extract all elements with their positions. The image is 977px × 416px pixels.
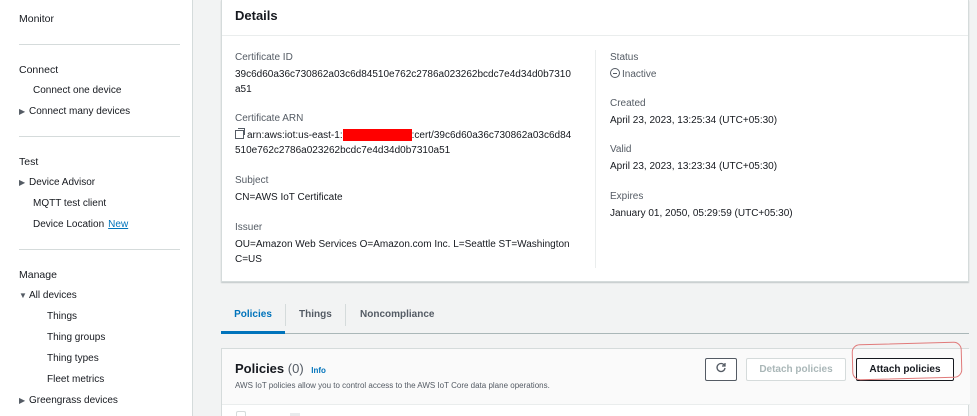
sidebar-item-connect-one-device[interactable]: Connect one device bbox=[33, 85, 121, 96]
tab-separator bbox=[285, 304, 286, 326]
created-value: April 23, 2023, 13:25:34 (UTC+05:30) bbox=[610, 115, 778, 126]
issuer-label: Issuer bbox=[235, 222, 263, 233]
column-divider bbox=[595, 50, 596, 268]
sidebar-item-monitor[interactable]: Monitor bbox=[19, 13, 54, 25]
policies-count: (0) bbox=[287, 361, 304, 376]
policies-title-text: Policies bbox=[235, 361, 285, 376]
sidebar-item-device-location[interactable]: Device Location New bbox=[33, 219, 128, 230]
details-title: Details bbox=[235, 8, 278, 23]
issuer-line: C=US bbox=[235, 254, 262, 265]
sidebar-divider bbox=[19, 136, 180, 137]
status-inactive-icon bbox=[610, 68, 620, 78]
sidebar-item-label: Connect many devices bbox=[29, 106, 131, 117]
certificate-id-line: 39c6d60a36c730862a03c6d84510e762c2786a02… bbox=[235, 69, 571, 80]
refresh-button[interactable] bbox=[705, 358, 737, 381]
sidebar-item-fleet-metrics[interactable]: Fleet metrics bbox=[47, 374, 104, 385]
sidebar-divider bbox=[19, 249, 180, 250]
copy-icon[interactable] bbox=[235, 128, 245, 139]
new-badge: New bbox=[108, 219, 129, 230]
certificate-id-line: a51 bbox=[235, 84, 252, 95]
sidebar-item-label: Greengrass devices bbox=[29, 395, 118, 406]
sidebar-nav: Monitor Connect Connect one device ▶ Conn… bbox=[0, 0, 193, 416]
sidebar-section-test: Test bbox=[19, 156, 39, 168]
issuer-line: OU=Amazon Web Services O=Amazon.com Inc.… bbox=[235, 239, 570, 250]
sidebar-section-manage: Manage bbox=[19, 269, 57, 281]
sidebar-item-label: All devices bbox=[29, 290, 77, 301]
arn-prefix: arn:aws:iot:us-east-1: bbox=[247, 130, 343, 141]
tab-policies[interactable]: Policies bbox=[221, 296, 285, 334]
sidebar-divider bbox=[19, 44, 180, 45]
policies-description: AWS IoT policies allow you to control ac… bbox=[235, 381, 550, 390]
sidebar-item-device-advisor[interactable]: ▶ Device Advisor bbox=[19, 177, 95, 188]
expires-value: January 01, 2050, 05:29:59 (UTC+05:30) bbox=[610, 208, 793, 219]
valid-value: April 23, 2023, 13:23:34 (UTC+05:30) bbox=[610, 161, 778, 172]
sidebar-item-mqtt-test-client[interactable]: MQTT test client bbox=[33, 198, 106, 209]
detach-policies-button[interactable]: Detach policies bbox=[746, 358, 846, 381]
status-text: Inactive bbox=[622, 69, 657, 80]
info-link[interactable]: Info bbox=[311, 366, 326, 375]
valid-label: Valid bbox=[610, 144, 632, 155]
sidebar-section-connect: Connect bbox=[19, 64, 59, 76]
caret-right-icon: ▶ bbox=[19, 396, 26, 405]
sidebar-item-thing-types[interactable]: Thing types bbox=[47, 353, 99, 364]
sidebar-item-label: Device Advisor bbox=[29, 177, 96, 188]
tab-things[interactable]: Things bbox=[299, 296, 332, 334]
refresh-icon bbox=[716, 362, 726, 373]
policies-panel: Policies (0) Info AWS IoT policies allow… bbox=[221, 341, 970, 416]
certificate-arn-line: arn:aws:iot:us-east-1: :cert/39c6d60a36c7… bbox=[235, 128, 571, 143]
certificate-arn-value: arn:aws:iot:us-east-1: :cert/39c6d60a36c7… bbox=[235, 128, 571, 158]
sidebar-item-things[interactable]: Things bbox=[47, 311, 77, 322]
subject-value: CN=AWS IoT Certificate bbox=[235, 192, 343, 203]
tab-bar: Policies Things Noncompliance bbox=[221, 296, 969, 334]
attach-policies-button[interactable]: Attach policies bbox=[856, 358, 954, 381]
certificate-id-value: 39c6d60a36c730862a03c6d84510e762c2786a02… bbox=[235, 67, 571, 97]
select-all-checkbox[interactable] bbox=[236, 411, 246, 416]
tab-separator bbox=[345, 304, 346, 326]
issuer-value: OU=Amazon Web Services O=Amazon.com Inc.… bbox=[235, 237, 570, 267]
policies-header: Policies (0) Info AWS IoT policies allow… bbox=[222, 341, 970, 405]
certificate-arn-label: Certificate ARN bbox=[235, 113, 304, 124]
tab-noncompliance[interactable]: Noncompliance bbox=[360, 296, 434, 334]
certificate-arn-line: 510e762c2786a023262bcdc7e4d34d0b7310a51 bbox=[235, 145, 451, 156]
details-header: Details bbox=[222, 0, 968, 36]
status-value: Inactive bbox=[610, 67, 656, 82]
sidebar-item-connect-many-devices[interactable]: ▶ Connect many devices bbox=[19, 106, 130, 117]
sidebar-item-label: Device Location bbox=[33, 219, 105, 230]
certificate-id-label: Certificate ID bbox=[235, 52, 293, 63]
caret-right-icon: ▶ bbox=[19, 178, 26, 187]
arn-suffix: :cert/39c6d60a36c730862a03c6d84 bbox=[411, 130, 572, 141]
created-label: Created bbox=[610, 98, 646, 109]
expires-label: Expires bbox=[610, 191, 644, 202]
policies-title: Policies (0) Info bbox=[235, 361, 326, 376]
subject-label: Subject bbox=[235, 175, 269, 186]
caret-down-icon: ▼ bbox=[19, 291, 27, 300]
details-panel: Details Certificate ID 39c6d60a36c730862… bbox=[221, 0, 969, 282]
sidebar-item-thing-groups[interactable]: Thing groups bbox=[47, 332, 105, 343]
sidebar-item-greengrass-devices[interactable]: ▶ Greengrass devices bbox=[19, 395, 118, 406]
sidebar-item-all-devices[interactable]: ▼ All devices bbox=[19, 290, 77, 301]
status-label: Status bbox=[610, 52, 639, 63]
caret-right-icon: ▶ bbox=[19, 107, 26, 116]
redaction-box bbox=[342, 129, 412, 142]
